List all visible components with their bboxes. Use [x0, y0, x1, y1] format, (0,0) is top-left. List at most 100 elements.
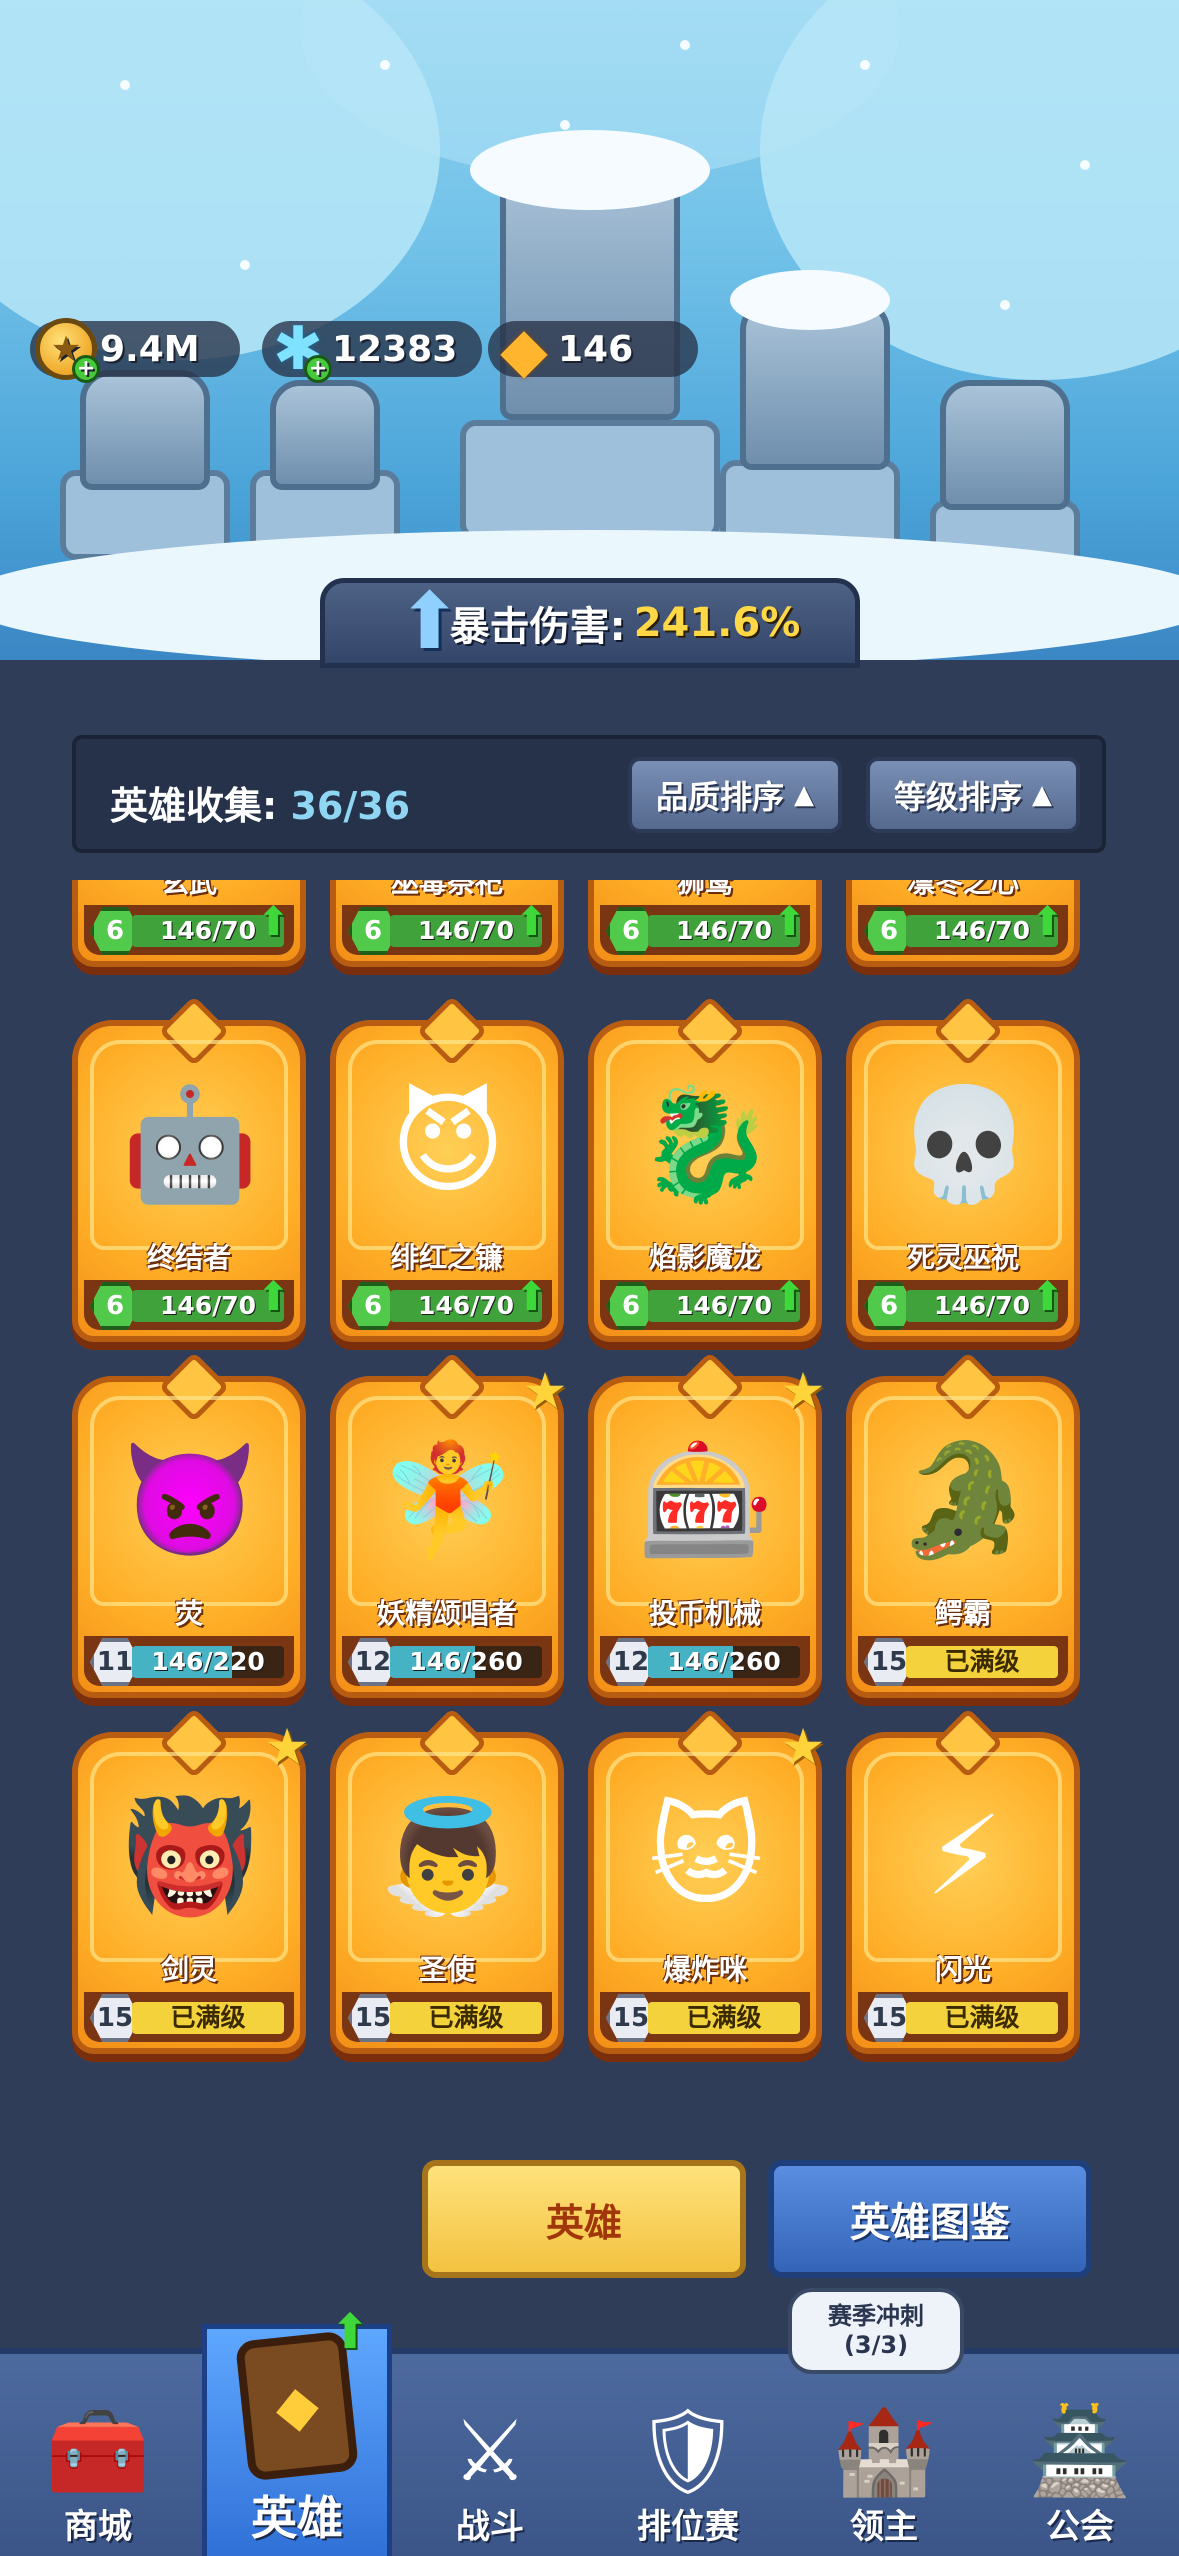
- nav-ranked[interactable]: 🛡 排位赛: [590, 2354, 786, 2556]
- nav-guild[interactable]: 🏯 公会: [982, 2354, 1178, 2556]
- hero-card[interactable]: 👿 荧 11 146/220: [72, 1376, 306, 1706]
- hero-name: 圣使: [418, 1953, 475, 1986]
- hero-portrait: 😈: [390, 1080, 506, 1208]
- hero-card[interactable]: 巫毒祭祀 6 146/70 ⬆: [330, 880, 564, 975]
- level-strip: 11 146/220: [84, 1636, 294, 1686]
- up-arrow-icon: ⬆: [397, 577, 463, 667]
- upgrade-arrow-icon: ⬆: [514, 1274, 548, 1320]
- hero-portrait: 💀: [895, 1080, 1033, 1208]
- upgrade-arrow-icon: ⬆: [1030, 1274, 1064, 1320]
- hero-tab-button[interactable]: 英雄: [422, 2160, 746, 2278]
- sort-level-button[interactable]: 等级排序 ▲: [866, 757, 1080, 833]
- collection-label: 英雄收集:: [110, 784, 278, 828]
- upgrade-arrow-icon: ⬆: [772, 1274, 806, 1320]
- card-frame: 🤖 终结者 6 146/70 ⬆: [72, 1020, 306, 1342]
- progress-text: 已满级: [944, 2003, 1020, 2032]
- hero-grid: 玄武 6 146/70 ⬆ 巫毒祭祀 6 146/70 ⬆ 狮鹫 6 146/70 ⬆ 凛冬之心 6 146…: [72, 880, 1106, 2100]
- level-strip: 15 已满级: [858, 1992, 1068, 2042]
- nav-shop[interactable]: 🧰 商城: [0, 2354, 196, 2556]
- add-gold-icon[interactable]: +: [72, 355, 100, 383]
- hero-card[interactable]: 玄武 6 146/70 ⬆: [72, 880, 306, 975]
- hero-name: 终结者: [146, 1241, 231, 1274]
- hero-card[interactable]: 👹 剑灵 15 已满级 ★: [72, 1722, 309, 2062]
- hero-card[interactable]: 🐊 鳄霸 15 已满级: [846, 1376, 1080, 1706]
- left2-statue: [270, 380, 380, 490]
- hero-card[interactable]: 🐱 爆炸咪 15 已满级 ★: [588, 1722, 825, 2062]
- card-frame: 💀 死灵巫祝 6 146/70 ⬆: [846, 1020, 1080, 1342]
- amber-counter[interactable]: ◆ 146: [488, 313, 698, 386]
- progress-text: 已满级: [944, 1647, 1020, 1676]
- snow-cap: [470, 130, 710, 210]
- progress-text: 146/220: [151, 1647, 265, 1676]
- level-strip: 6 146/70 ⬆: [858, 899, 1068, 955]
- card-frame: 🐱 爆炸咪 15 已满级: [588, 1732, 822, 2054]
- guild-castle-icon: 🏯: [1027, 2402, 1133, 2500]
- triangle-up-icon: ▲: [794, 780, 814, 810]
- hero-name: 鳄霸: [934, 1597, 991, 1630]
- hero-card[interactable]: 👼 圣使 15 已满级: [330, 1732, 564, 2062]
- hero-name: 狮鹫: [676, 880, 733, 899]
- add-gems-icon[interactable]: +: [304, 355, 332, 383]
- center-pedestal: [460, 420, 720, 540]
- hero-name: 投币机械: [648, 1597, 761, 1630]
- gem-counter[interactable]: ✱ + 12383: [262, 314, 482, 384]
- nav-guild-label: 公会: [1046, 2507, 1114, 2547]
- upgrade-arrow-icon: ⬆: [772, 899, 806, 945]
- upgrade-arrow-icon: ⬆: [1030, 899, 1064, 945]
- hero-name: 凛冬之心: [906, 880, 1019, 899]
- hero-card[interactable]: 🎰 投币机械 12 146/260 ★: [588, 1366, 825, 1706]
- hero-codex-label: 英雄图鉴: [850, 2200, 1010, 2246]
- level-strip: 15 已满级: [600, 1992, 810, 2042]
- nav-battle[interactable]: ⚔ 战斗: [392, 2354, 588, 2556]
- hero-card[interactable]: ⚡ 闪光 15 已满级: [846, 1732, 1080, 2062]
- card-frame: 狮鹫 6 146/70 ⬆: [588, 880, 822, 967]
- hero-name: 死灵巫祝: [906, 1241, 1019, 1274]
- hero-card[interactable]: 💀 死灵巫祝 6 146/70 ⬆: [846, 1020, 1080, 1350]
- card-frame: 🧚 妖精颂唱者 12 146/260: [330, 1376, 564, 1698]
- level-strip: 6 146/70 ⬆: [600, 1274, 810, 1330]
- hero-portrait: ⚡: [925, 1792, 1003, 1920]
- crit-value: 241.6%: [633, 600, 801, 646]
- gold-counter[interactable]: ★ + 9.4M: [30, 318, 240, 383]
- hero-name: 爆炸咪: [662, 1953, 747, 1986]
- hero-portrait: 👿: [121, 1436, 259, 1564]
- crit-damage-banner: ⬆ 暴击伤害: 241.6%: [320, 578, 860, 668]
- card-frame: 🎰 投币机械 12 146/260: [588, 1376, 822, 1698]
- hero-name: 剑灵: [160, 1953, 217, 1986]
- progress-text: 已满级: [170, 2003, 246, 2032]
- banner-icon: 🏰: [831, 2402, 937, 2500]
- sort-quality-button[interactable]: 品质排序 ▲: [628, 757, 842, 833]
- season-title: 赛季冲刺: [828, 2302, 924, 2331]
- hero-name: 玄武: [160, 880, 217, 899]
- hero-card[interactable]: 🐉 焰影魔龙 6 146/70 ⬆: [588, 1020, 822, 1350]
- amber-crystal-icon: ◆: [500, 312, 548, 386]
- level-strip: 12 146/260: [342, 1636, 552, 1686]
- hero-portrait: 🐉: [637, 1080, 775, 1208]
- hero-name: 巫毒祭祀: [390, 880, 503, 899]
- hero-portrait: 🐱: [648, 1792, 764, 1920]
- level-strip: 6 146/70 ⬆: [84, 899, 294, 955]
- nav-lord[interactable]: 🏰 领主: [786, 2354, 982, 2556]
- shard-progress-bar: 已满级: [648, 2002, 800, 2034]
- season-sprint-bubble[interactable]: 赛季冲刺 (3/3): [788, 2288, 964, 2374]
- sort-level-label: 等级排序: [893, 778, 1022, 816]
- snow-cap-right: [730, 270, 890, 330]
- hero-card[interactable]: 😈 绯红之镰 6 146/70 ⬆: [330, 1020, 564, 1350]
- hero-codex-button[interactable]: 英雄图鉴: [768, 2160, 1092, 2278]
- hero-portrait: 👼: [379, 1792, 517, 1920]
- hero-portrait: 🤖: [121, 1080, 259, 1208]
- hero-card[interactable]: 狮鹫 6 146/70 ⬆: [588, 880, 822, 975]
- hero-card[interactable]: 🤖 终结者 6 146/70 ⬆: [72, 1020, 306, 1350]
- gem-value: 12383: [332, 328, 458, 370]
- star-icon: ★: [522, 1362, 568, 1420]
- card-frame: 👼 圣使 15 已满级: [330, 1732, 564, 2054]
- upgrade-arrow-icon: ⬆: [330, 2304, 371, 2360]
- gold-coin-icon: ★ +: [30, 313, 102, 385]
- hero-card[interactable]: 凛冬之心 6 146/70 ⬆: [846, 880, 1080, 975]
- level-strip: 12 146/260: [600, 1636, 810, 1686]
- level-strip: 6 146/70 ⬆: [342, 899, 552, 955]
- robot-statue: [940, 380, 1070, 510]
- hero-card[interactable]: 🧚 妖精颂唱者 12 146/260 ★: [330, 1366, 567, 1706]
- level-strip: 15 已满级: [84, 1992, 294, 2042]
- card-frame: 😈 绯红之镰 6 146/70 ⬆: [330, 1020, 564, 1342]
